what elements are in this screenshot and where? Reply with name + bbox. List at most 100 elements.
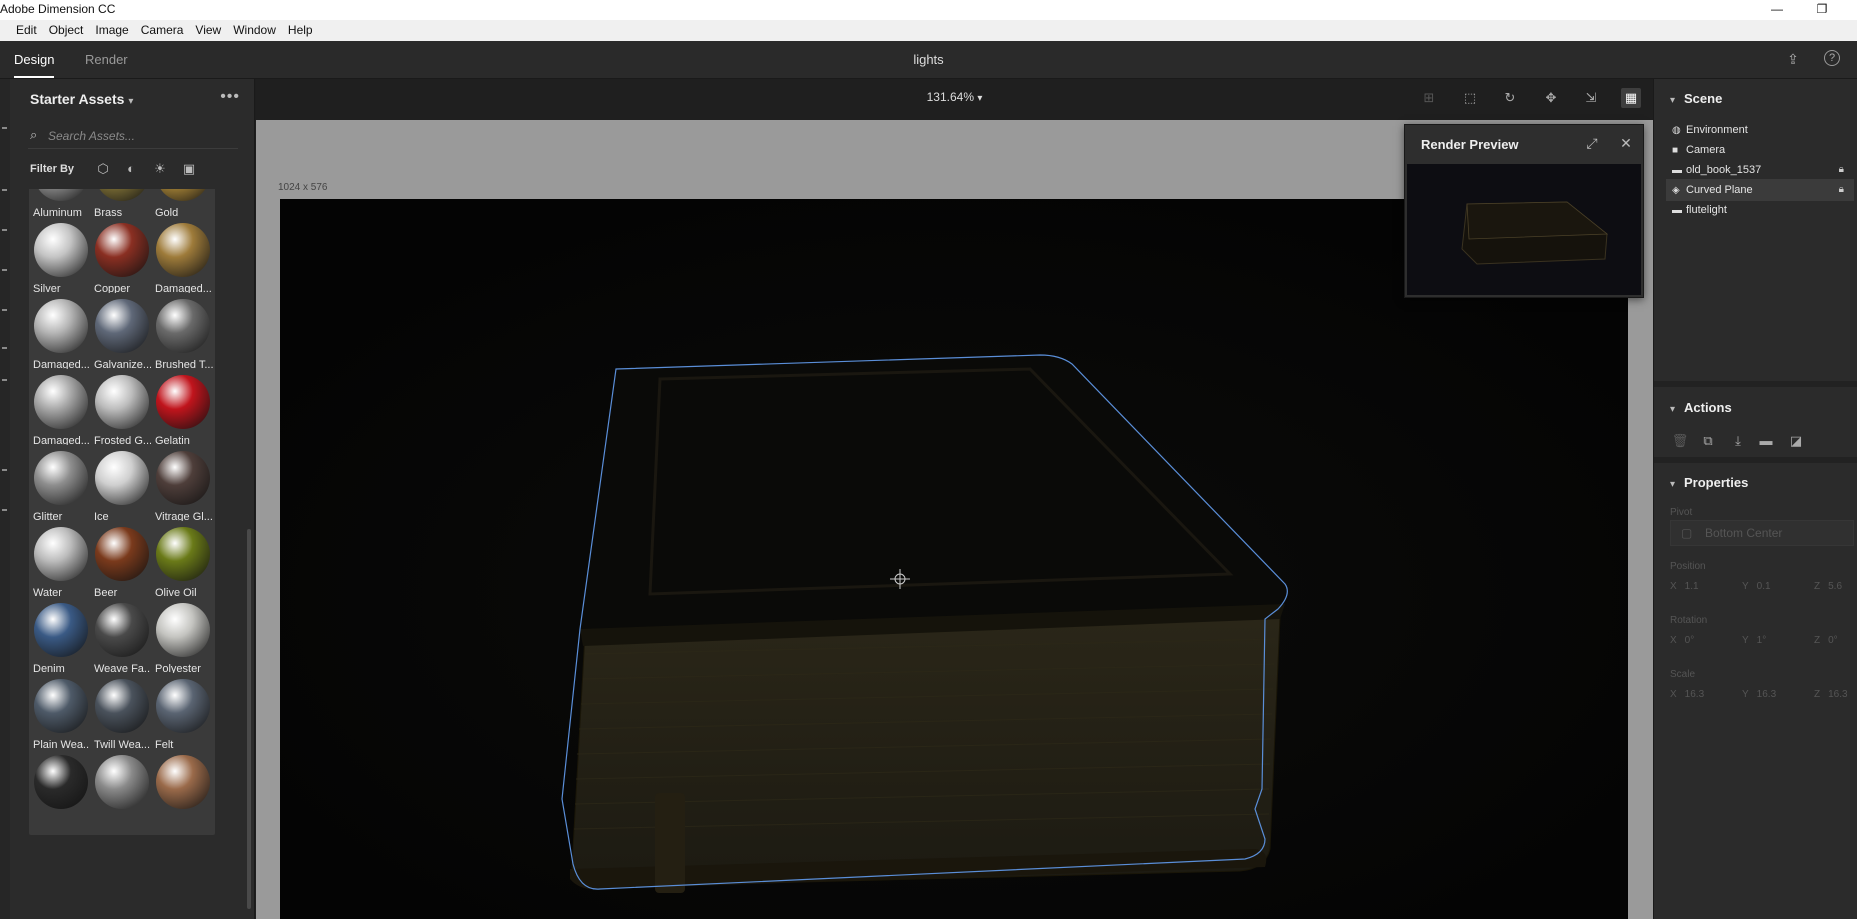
rotation-y-value: 1°: [1756, 635, 1767, 646]
material-swatch-icon: [34, 679, 88, 733]
delete-icon[interactable]: 🗑︎: [1670, 431, 1690, 451]
tool-sampler-icon[interactable]: [2, 347, 7, 349]
position-z-field[interactable]: Z 5.6: [1814, 581, 1842, 592]
tool-rotate-icon[interactable]: [2, 229, 7, 231]
scale-z-field[interactable]: Z 16.3: [1814, 689, 1848, 700]
position-x-field[interactable]: X 1.1: [1670, 581, 1699, 592]
help-icon[interactable]: ?: [1824, 50, 1840, 66]
menu-window[interactable]: Window: [227, 20, 282, 41]
asset-tile[interactable]: Damaged...: [151, 217, 215, 303]
render-preview-panel[interactable]: Render Preview ⤢ ✕: [1404, 124, 1644, 298]
search-input[interactable]: [48, 126, 233, 146]
asset-tile[interactable]: Frosted G...: [90, 369, 154, 455]
scene-item-camera[interactable]: ■ Camera: [1666, 139, 1854, 161]
render-canvas[interactable]: [280, 199, 1628, 919]
asset-tile[interactable]: Polyester: [151, 597, 215, 683]
assets-scrollbar[interactable]: [247, 529, 251, 909]
duplicate-icon[interactable]: ⧉: [1698, 431, 1718, 451]
menu-image[interactable]: Image: [89, 20, 134, 41]
tab-design[interactable]: Design: [14, 52, 55, 78]
asset-tile[interactable]: Ice: [90, 445, 154, 531]
asset-tile[interactable]: Copper: [90, 217, 154, 303]
assets-library-dropdown[interactable]: Starter Assets ▾: [30, 91, 133, 107]
tab-render[interactable]: Render: [85, 52, 128, 67]
asset-tile[interactable]: Silver: [29, 217, 93, 303]
minimize-icon[interactable]: —: [1757, 0, 1797, 20]
tool-pan-icon[interactable]: [2, 469, 7, 471]
menu-edit[interactable]: Edit: [10, 20, 43, 41]
more-icon[interactable]: •••: [220, 88, 240, 106]
tool-move-icon[interactable]: [2, 189, 7, 191]
tool-dolly-icon[interactable]: [2, 509, 7, 511]
book-model[interactable]: [280, 199, 1628, 919]
share-icon[interactable]: ⇪: [1784, 50, 1802, 68]
scale-z-value: 16.3: [1828, 689, 1848, 700]
asset-tile[interactable]: Damaged...: [29, 369, 93, 455]
pan-icon[interactable]: ✥: [1541, 88, 1561, 108]
asset-tile[interactable]: Gelatin: [151, 369, 215, 455]
image-filter-icon[interactable]: ▣: [180, 160, 198, 178]
asset-tile[interactable]: Galvanize...: [90, 293, 154, 379]
tool-select-icon[interactable]: [2, 127, 7, 129]
material-swatch-icon: [34, 755, 88, 809]
scene-item-label: Environment: [1686, 124, 1748, 136]
material-filter-icon[interactable]: ◐: [122, 160, 140, 178]
rotation-y-field[interactable]: Y 1°: [1742, 635, 1766, 646]
asset-tile[interactable]: [29, 749, 93, 835]
fit-icon[interactable]: ⊞: [1419, 88, 1439, 108]
asset-tile[interactable]: Twill Wea...: [90, 673, 154, 759]
tool-magic-wand-icon[interactable]: [2, 309, 7, 311]
scene-section-header[interactable]: ▾ Scene: [1670, 91, 1722, 106]
menu-object[interactable]: Object: [43, 20, 90, 41]
menu-help[interactable]: Help: [282, 20, 319, 41]
restore-icon[interactable]: ❐: [1802, 0, 1842, 20]
render-preview-title: Render Preview: [1421, 137, 1519, 152]
position-z-value: 5.6: [1828, 581, 1843, 592]
light-filter-icon[interactable]: ☀: [151, 160, 169, 178]
grid-toggle-icon[interactable]: ▦: [1621, 88, 1641, 108]
lock-icon[interactable]: 🔒︎: [1839, 159, 1844, 181]
model-filter-icon[interactable]: ⬡: [94, 160, 112, 178]
rotation-x-field[interactable]: X 0°: [1670, 635, 1694, 646]
save-icon[interactable]: ◪: [1786, 431, 1806, 451]
close-icon[interactable]: ✕: [1617, 135, 1635, 152]
asset-tile[interactable]: Glitter: [29, 445, 93, 531]
tool-orbit-icon[interactable]: [2, 379, 7, 381]
asset-tile[interactable]: [151, 749, 215, 835]
rotation-z-field[interactable]: Z 0°: [1814, 635, 1838, 646]
asset-tile[interactable]: Beer: [90, 521, 154, 607]
tool-scale-icon[interactable]: [2, 269, 7, 271]
expand-icon[interactable]: ⤢: [1583, 135, 1601, 152]
scale-x-field[interactable]: X 16.3: [1670, 689, 1704, 700]
asset-tile[interactable]: Vitrage Gl...: [151, 445, 215, 531]
zoom-dropdown[interactable]: 131.64% ▾: [256, 90, 1653, 104]
scene-item-flutelight[interactable]: ▬ flutelight: [1666, 199, 1854, 221]
group-icon[interactable]: ▬: [1756, 431, 1776, 451]
scene-item-old-book[interactable]: ▬ old_book_1537 🔒︎: [1666, 159, 1854, 181]
lock-icon[interactable]: 🔒︎: [1839, 179, 1844, 201]
window-title: Adobe Dimension CC: [0, 2, 116, 16]
asset-tile[interactable]: Weave Fa...: [90, 597, 154, 683]
dolly-icon[interactable]: ⇲: [1581, 88, 1601, 108]
orbit-icon[interactable]: ↻: [1500, 88, 1520, 108]
scale-y-field[interactable]: Y 16.3: [1742, 689, 1776, 700]
material-swatch-icon: [34, 299, 88, 353]
asset-tile[interactable]: Water: [29, 521, 93, 607]
menu-view[interactable]: View: [189, 20, 227, 41]
scene-item-curved-plane[interactable]: ◈ Curved Plane 🔒︎: [1666, 179, 1854, 201]
scene-item-environment[interactable]: ◍ Environment: [1666, 119, 1854, 141]
asset-tile[interactable]: Damaged...: [29, 293, 93, 379]
select-icon[interactable]: ⬚: [1460, 88, 1480, 108]
position-y-field[interactable]: Y 0.1: [1742, 581, 1771, 592]
asset-tile[interactable]: Plain Wea...: [29, 673, 93, 759]
asset-tile[interactable]: Denim: [29, 597, 93, 683]
asset-tile[interactable]: [90, 749, 154, 835]
pivot-dropdown[interactable]: ▢ Bottom Center: [1670, 520, 1854, 546]
actions-section-header[interactable]: ▾ Actions: [1670, 400, 1732, 415]
asset-tile[interactable]: Felt: [151, 673, 215, 759]
drop-icon[interactable]: ⤓: [1728, 431, 1748, 451]
asset-tile[interactable]: Olive Oil: [151, 521, 215, 607]
asset-tile[interactable]: Brushed T...: [151, 293, 215, 379]
menu-camera[interactable]: Camera: [135, 20, 190, 41]
properties-section-header[interactable]: ▾ Properties: [1670, 475, 1748, 490]
